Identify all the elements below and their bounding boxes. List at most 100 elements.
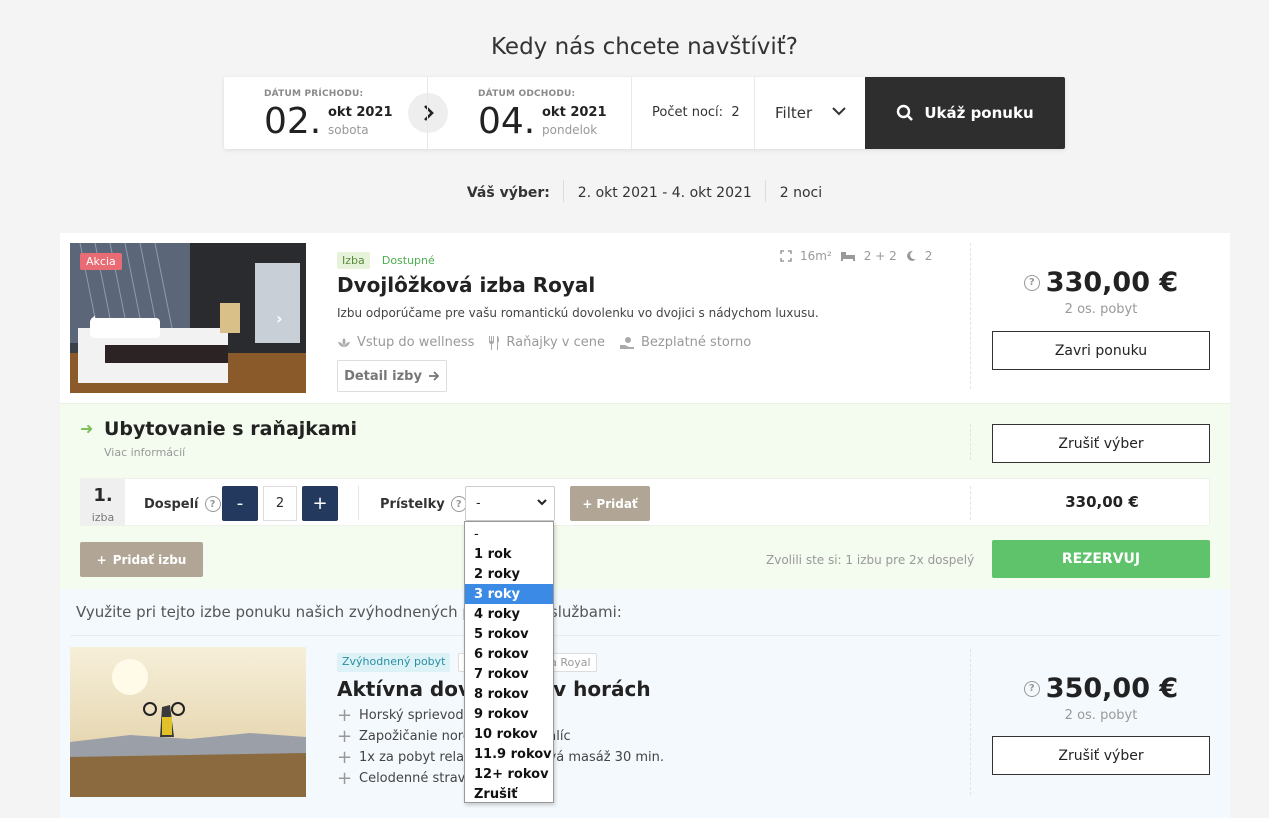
amenity-label: Bezplatné storno [641,335,752,350]
adults-minus-button[interactable]: - [222,486,258,521]
dropdown-option[interactable]: Zrušiť [465,784,553,804]
dropdown-option[interactable]: 12+ rokov [465,764,553,784]
selection-nights: 2 noci [779,185,823,201]
package-price: 350,00 € [1045,673,1179,704]
question-icon[interactable]: ? [1023,274,1040,291]
dropdown-option[interactable]: 10 rokov [465,724,553,744]
plus-icon: + [337,747,353,768]
room-detail-label: Detail izby [344,368,422,384]
arrival-day: 02. [264,101,322,142]
board-title: Ubytovanie s raňajkami [104,418,358,440]
room-number: 1. izba [81,479,125,525]
dropdown-option[interactable]: 4 roky [465,604,553,624]
add-child-button[interactable]: + Pridať [570,486,650,521]
nights-count: Počet nocí: 2 [652,105,740,120]
chevron-down-icon [537,499,547,506]
chevron-down-icon[interactable] [831,103,847,119]
dropdown-option[interactable]: 6 rokov [465,644,553,664]
plus-icon: + [337,768,353,789]
departure-day: 04. [478,101,536,142]
children-age-select[interactable]: - [465,486,555,521]
amenity-storno: Bezplatné storno [619,335,751,350]
room-area: 16m² [800,249,832,263]
cancel-selection-button[interactable]: Zrušiť výber [992,424,1210,463]
room-price-sub: 2 os. pobyt [1064,302,1138,317]
arrow-right-icon: ➜ [80,419,94,438]
room-detail-button[interactable]: Detail izby [337,360,447,392]
departure-weekday: pondelok [542,123,598,137]
packages-section: Využite pri tejto izbe ponuku našich zvý… [60,589,1230,818]
amenity-label: Raňajky v cene [506,335,606,350]
expand-icon [780,250,792,262]
divider [765,180,767,202]
selection-summary: Váš výber: 2. okt 2021 - 4. okt 2021 2 n… [0,180,1269,204]
amenity-label: Vstup do wellness [357,335,475,350]
question-icon[interactable]: ? [204,496,221,512]
lotus-icon [338,337,350,347]
dropdown-option[interactable]: 8 rokov [465,684,553,704]
adults-label: Dospelí ? [144,496,221,512]
children-label: Prístelky ? [380,496,467,512]
room-number-value: 1. [93,485,113,506]
bed-icon [840,252,855,261]
show-offer-label: Ukáž ponuku [924,104,1034,122]
dropdown-option[interactable]: 7 rokov [465,664,553,684]
dropdown-option[interactable]: - [465,524,553,544]
reserve-button[interactable]: REZERVUJ [992,540,1210,578]
divider [358,486,359,520]
plus-icon: + [582,496,593,511]
room-title: Dvojlôžková izba Royal [337,273,596,297]
filter-toggle[interactable]: Filter [775,104,812,122]
departure-date-picker[interactable]: DÁTUM ODCHODU: 04. okt 2021 pondelok [428,77,631,149]
room-meta: 16m² 2 + 2 2 [780,249,932,263]
add-child-label: Pridať [596,496,638,511]
package-photo[interactable] [70,647,306,797]
dropdown-option[interactable]: 5 rokov [465,624,553,644]
room-card: Akcia ‹ › Izba Dostupné 16m² 2 + 2 2 Dvo… [60,233,1230,818]
room-amenities: Vstup do wellness Raňajky v cene Bezplat… [337,335,751,350]
room-tags: Izba Dostupné [337,249,440,269]
adults-value[interactable]: 2 [263,486,297,521]
arrival-weekday: sobota [328,123,369,137]
chevron-left-icon[interactable]: ‹ [90,309,97,328]
add-room-button[interactable]: + Pridať izbu [80,542,203,577]
departure-label: DÁTUM ODCHODU: [478,89,576,99]
dropdown-option[interactable]: 9 rokov [465,704,553,724]
chevron-right-icon[interactable]: › [276,309,283,328]
dropdown-option-selected[interactable]: 3 roky [465,584,553,604]
departure-month: okt 2021 [542,105,607,120]
package-price-block: ? 350,00 € 2 os. pobyt [992,673,1210,723]
arrival-date-picker[interactable]: DÁTUM PRÍCHODU: 02. okt 2021 sobota [224,77,407,149]
package-cancel-button[interactable]: Zrušiť výber [992,736,1210,775]
question-icon[interactable]: ? [1023,680,1040,697]
package-type-tag: Zvýhodnený pobyt [337,653,451,672]
show-offer-button[interactable]: Ukáž ponuku [865,77,1065,149]
selection-dates: 2. okt 2021 - 4. okt 2021 [577,185,752,201]
akcia-badge: Akcia [80,253,122,270]
dropdown-option[interactable]: 1 rok [465,544,553,564]
divider [563,180,565,202]
plus-icon: + [337,726,353,747]
room-type-tag: Izba [337,252,370,269]
children-age-dropdown: - 1 rok 2 roky 3 roky 4 roky 5 rokov 6 r… [464,521,554,803]
room-description: Izbu odporúčame pre vašu romantickú dovo… [337,306,819,320]
room-nights: 2 [924,249,933,263]
arrival-label: DÁTUM PRÍCHODU: [264,89,364,99]
divider [70,635,1220,636]
cutlery-icon [489,335,500,350]
dropdown-option[interactable]: 2 roky [465,564,553,584]
row-price: 330,00 € [1065,493,1139,511]
amenity-wellness: Vstup do wellness [337,335,474,350]
divider [970,243,971,389]
more-info-link[interactable]: Viac informácií [104,446,185,459]
children-label-text: Prístelky [380,496,445,512]
package-photo-image [70,647,306,797]
hand-icon [620,336,635,349]
close-offer-button[interactable]: Zavri ponuku [992,331,1210,370]
adults-plus-button[interactable]: + [302,486,338,521]
adults-label-text: Dospelí [144,496,199,512]
availability-tag: Dostupné [381,254,435,267]
dropdown-option[interactable]: 11.9 rokov [465,744,553,764]
room-photo[interactable]: Akcia ‹ › [70,243,306,393]
moon-icon [906,250,916,261]
